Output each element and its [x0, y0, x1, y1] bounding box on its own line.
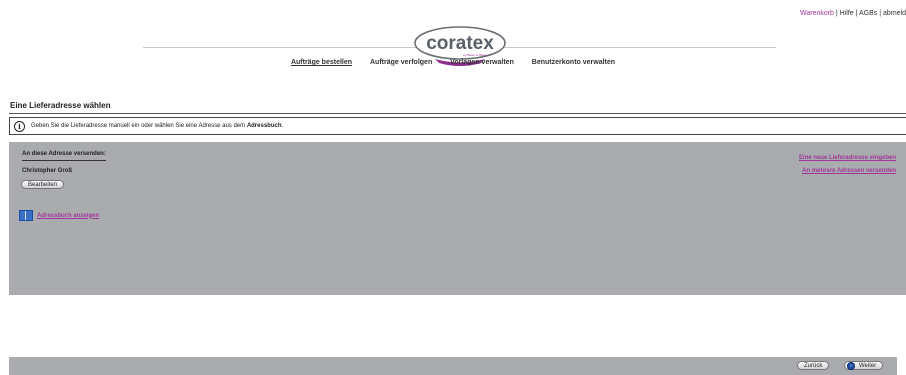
page-title: Eine Lieferadresse wählen: [10, 101, 111, 110]
action-bar: Zurück › Weiter: [9, 357, 897, 375]
title-divider: [9, 113, 906, 114]
info-message: i Geben Sie die Lieferadresse manuell ei…: [9, 117, 906, 135]
ship-to-label: An diese Adresse versenden:: [22, 151, 106, 161]
addressbook-link[interactable]: Adressbuch anzeigen: [37, 213, 99, 219]
addressbook-link-row[interactable]: Adressbuch anzeigen: [19, 210, 99, 221]
logout-link[interactable]: abmeld: [883, 10, 906, 17]
recipient-name: Christopher Groß: [22, 168, 73, 174]
info-text-bold: Adressbuch: [246, 123, 282, 129]
address-actions: Eine neue Lieferadresse eingeben An mehr…: [799, 150, 896, 176]
cart-link[interactable]: Warenkorb: [800, 10, 834, 17]
next-arrow-icon: ›: [847, 361, 855, 370]
info-text-end: .: [281, 123, 284, 129]
info-text: Geben Sie die Lieferadresse manuell ein …: [31, 123, 283, 129]
logo-wordmark: coratex: [426, 33, 494, 54]
next-button[interactable]: › Weiter: [844, 361, 884, 370]
top-links: Warenkorb | Hilfe | AGBs | abmeld: [800, 10, 906, 17]
multi-address-link[interactable]: An mehrere Adressen versenden: [802, 168, 896, 174]
address-panel: An diese Adresse versenden: Christopher …: [9, 142, 906, 295]
nav-item-order[interactable]: Aufträge bestellen: [291, 59, 352, 66]
addressbook-icon: [19, 210, 33, 221]
info-icon: i: [14, 120, 25, 132]
nav-item-account[interactable]: Benutzerkonto verwalten: [532, 59, 615, 66]
help-link[interactable]: Hilfe: [840, 10, 854, 17]
nav-item-track[interactable]: Aufträge verfolgen: [370, 59, 432, 66]
next-button-label: Weiter: [859, 362, 877, 369]
back-button[interactable]: Zurück: [797, 361, 830, 370]
terms-link[interactable]: AGBs: [859, 10, 877, 17]
logo-tagline: by Baum & Vetter: [463, 53, 486, 57]
info-text-main: Geben Sie die Lieferadresse manuell ein …: [31, 123, 247, 129]
new-address-link[interactable]: Eine neue Lieferadresse eingeben: [799, 155, 896, 161]
edit-button[interactable]: Bearbeiten: [21, 180, 65, 189]
nav-item-templates[interactable]: Vorlagen verwalten: [450, 59, 514, 66]
main-nav: Aufträge bestellen Aufträge verfolgen Vo…: [0, 59, 906, 66]
